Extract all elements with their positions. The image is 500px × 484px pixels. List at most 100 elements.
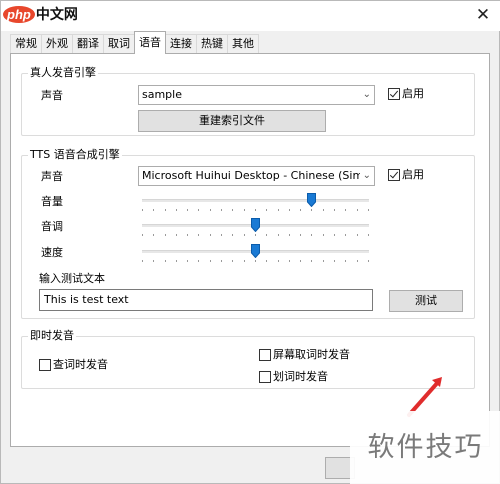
slider-tick	[356, 209, 358, 211]
slider-tick	[221, 234, 223, 236]
slider-tick	[187, 260, 189, 262]
slider-tick	[153, 234, 155, 236]
highlight-pronounce-checkbox[interactable]: 划词时发音	[259, 370, 328, 384]
instant-group-title: 即时发音	[28, 329, 76, 343]
speed-slider[interactable]	[142, 242, 369, 264]
test-text-label: 输入测试文本	[39, 272, 105, 285]
tab-bar: 常规 外观 翻译 取词 语音 连接 热键 其他	[10, 31, 259, 54]
slider-thumb-icon[interactable]	[307, 193, 317, 207]
logo-badge: php	[3, 5, 35, 23]
checkbox-icon	[388, 169, 400, 181]
real-voice-select[interactable]: sample ⌄	[138, 85, 375, 105]
tab-other[interactable]: 其他	[227, 34, 259, 54]
slider-tick	[243, 234, 245, 236]
real-voice-enable-checkbox[interactable]: 启用	[388, 87, 424, 101]
test-button[interactable]: 测试	[389, 290, 463, 312]
slider-tick	[142, 234, 143, 236]
screen-capture-pronounce-label: 屏幕取词时发音	[273, 348, 350, 361]
title-bar: php 中文网 ✕	[1, 1, 500, 31]
slider-tick	[232, 234, 234, 236]
slider-tick	[164, 260, 166, 262]
slider-tick	[311, 234, 313, 236]
checkbox-icon	[388, 88, 400, 100]
real-voice-enable-label: 启用	[402, 87, 424, 100]
slider-tick	[153, 260, 155, 262]
watermark: 软件技巧	[350, 411, 500, 484]
slider-tick	[334, 209, 336, 211]
app-logo: php 中文网	[3, 4, 78, 24]
slider-tick	[367, 234, 369, 236]
slider-tick	[277, 260, 279, 262]
slider-tick	[288, 234, 290, 236]
test-text-input[interactable]: This is test text	[39, 289, 373, 311]
slider-tick	[345, 234, 347, 236]
slider-tick	[254, 260, 256, 262]
slider-tick	[175, 260, 177, 262]
slider-tick	[356, 234, 358, 236]
slider-tick	[164, 209, 166, 211]
tab-translate[interactable]: 翻译	[72, 34, 104, 54]
slider-tick	[153, 209, 155, 211]
tab-general[interactable]: 常规	[10, 34, 42, 54]
checkbox-icon	[39, 359, 51, 371]
slider-tick	[300, 260, 302, 262]
slider-tick	[345, 260, 347, 262]
tts-voice-select[interactable]: Microsoft Huihui Desktop - Chinese (Simp…	[138, 166, 375, 186]
slider-tick	[356, 260, 358, 262]
tts-voice-select-value: Microsoft Huihui Desktop - Chinese (Simp…	[142, 169, 360, 182]
tab-connection[interactable]: 连接	[165, 34, 197, 54]
pitch-slider[interactable]	[142, 216, 369, 238]
slider-tick	[232, 260, 234, 262]
volume-slider[interactable]	[142, 191, 369, 213]
slider-tick	[142, 209, 143, 211]
slider-ticks	[142, 260, 369, 262]
slider-tick	[198, 234, 200, 236]
slider-tick	[187, 234, 189, 236]
slider-tick	[232, 209, 234, 211]
slider-tick	[334, 234, 336, 236]
slider-thumb-icon[interactable]	[250, 244, 260, 258]
tts-enable-label: 启用	[402, 168, 424, 181]
lookup-pronounce-checkbox[interactable]: 查词时发音	[39, 358, 108, 372]
slider-tick	[322, 260, 324, 262]
slider-tick	[187, 209, 189, 211]
slider-tick	[277, 234, 279, 236]
real-voice-select-value: sample	[142, 88, 182, 101]
slider-tick	[266, 234, 268, 236]
real-voice-group-title: 真人发音引擎	[28, 66, 98, 80]
slider-ticks	[142, 234, 369, 236]
tab-capture[interactable]: 取词	[103, 34, 135, 54]
slider-thumb-icon[interactable]	[250, 218, 260, 232]
checkbox-icon	[259, 349, 271, 361]
pitch-label: 音调	[41, 220, 63, 233]
rebuild-index-button[interactable]: 重建索引文件	[138, 110, 326, 132]
slider-tick	[300, 209, 302, 211]
slider-tick	[243, 260, 245, 262]
tts-enable-checkbox[interactable]: 启用	[388, 168, 424, 182]
slider-tick	[300, 234, 302, 236]
screen-capture-pronounce-checkbox[interactable]: 屏幕取词时发音	[259, 348, 350, 362]
tab-appearance[interactable]: 外观	[41, 34, 73, 54]
slider-tick	[254, 209, 256, 211]
real-voice-label: 声音	[41, 89, 63, 102]
slider-tick	[322, 234, 324, 236]
highlight-pronounce-label: 划词时发音	[273, 370, 328, 383]
slider-tick	[254, 234, 256, 236]
slider-tick	[142, 260, 143, 262]
slider-tick	[266, 209, 268, 211]
slider-track	[142, 199, 369, 202]
checkbox-icon	[259, 371, 271, 383]
slider-tick	[209, 234, 211, 236]
slider-tick	[334, 260, 336, 262]
logo-text: 中文网	[35, 7, 78, 23]
slider-tick	[367, 260, 369, 262]
close-icon[interactable]: ✕	[469, 3, 497, 27]
tab-voice[interactable]: 语音	[134, 31, 166, 54]
slider-tick	[277, 209, 279, 211]
slider-tick	[345, 209, 347, 211]
tab-hotkeys[interactable]: 热键	[196, 34, 228, 54]
slider-tick	[198, 260, 200, 262]
slider-tick	[367, 209, 369, 211]
slider-tick	[221, 209, 223, 211]
volume-label: 音量	[41, 195, 63, 208]
